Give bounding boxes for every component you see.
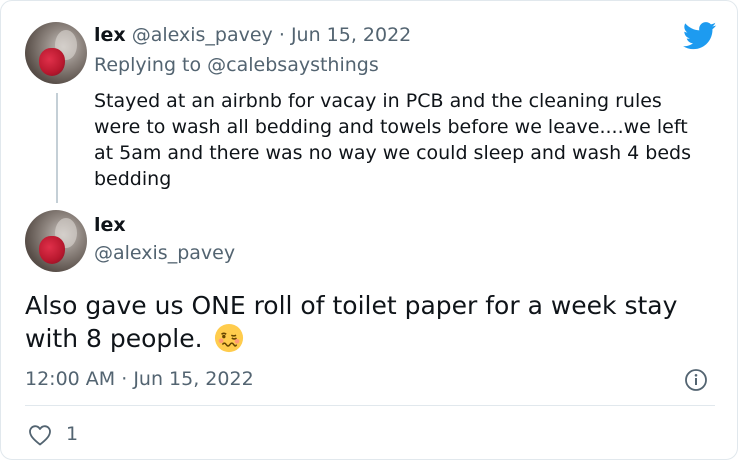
thread-connector-line <box>56 93 58 203</box>
reply-header: lex @alexis_pavey · Jun 15, 2022 <box>94 24 411 46</box>
info-icon[interactable] <box>684 368 708 392</box>
date-separator: · <box>278 24 285 46</box>
reply-date[interactable]: Jun 15, 2022 <box>291 24 411 46</box>
like-count: 1 <box>66 423 79 445</box>
divider <box>25 405 715 406</box>
replying-to-line: Replying to @calebsaysthings <box>94 54 379 76</box>
reply-tweet-text: Stayed at an airbnb for vacay in PCB and… <box>94 90 691 190</box>
avatar[interactable] <box>25 210 87 272</box>
timestamp-separator: · <box>121 368 128 390</box>
replying-to-handle[interactable]: @calebsaysthings <box>207 54 379 76</box>
replying-to-label: Replying to <box>94 54 202 76</box>
reply-author-handle[interactable]: @alexis_pavey <box>132 24 273 46</box>
reply-author-name[interactable]: lex <box>94 24 126 46</box>
tweet-time[interactable]: 12:00 AM <box>25 368 115 390</box>
tweet-timestamp[interactable]: 12:00 AM · Jun 15, 2022 <box>25 368 254 390</box>
avatar[interactable] <box>25 22 87 84</box>
twitter-bird-icon[interactable] <box>683 22 717 50</box>
main-author-name[interactable]: lex <box>94 214 126 236</box>
woozy-face-icon <box>215 323 244 353</box>
main-author-handle[interactable]: @alexis_pavey <box>94 242 235 264</box>
main-tweet-text-block: Also gave us ONE roll of toilet paper fo… <box>25 289 715 355</box>
tweet-date[interactable]: Jun 15, 2022 <box>133 368 253 390</box>
heart-icon[interactable] <box>28 424 52 446</box>
main-tweet-text: Also gave us ONE roll of toilet paper fo… <box>25 291 678 353</box>
